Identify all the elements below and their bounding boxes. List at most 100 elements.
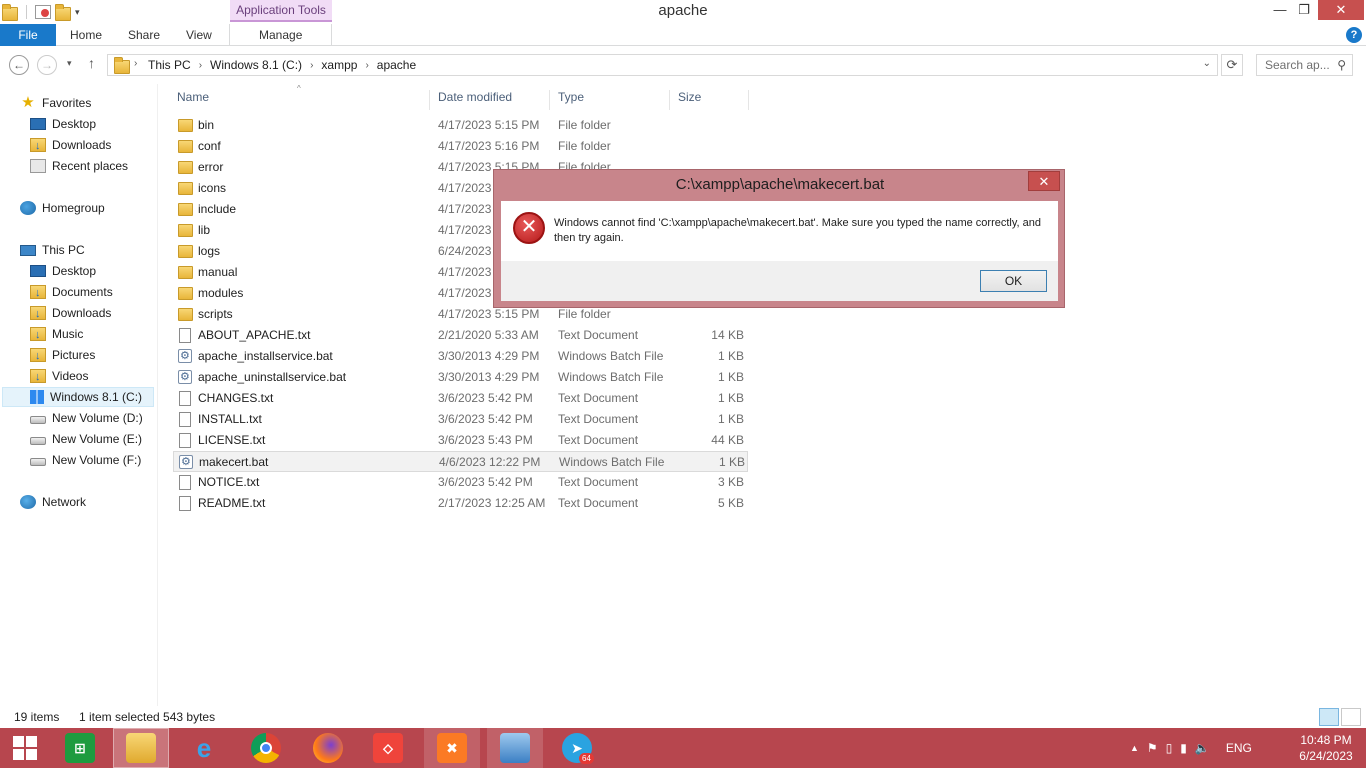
- taskbar-firefox[interactable]: [300, 728, 356, 768]
- file-date: 4/17/2023 5:15 PM: [438, 118, 540, 132]
- nav-this-pc[interactable]: This PC: [20, 240, 85, 260]
- chevron-down-icon[interactable]: ⌄: [1203, 58, 1211, 69]
- nav-network[interactable]: Network: [20, 492, 86, 512]
- nav-fav-recent[interactable]: Recent places: [30, 156, 128, 176]
- taskbar-xampp[interactable]: ✖: [424, 728, 480, 768]
- folder-icon: [178, 119, 193, 132]
- file-row[interactable]: NOTICE.txt 3/6/2023 5:42 PM Text Document 3…: [173, 472, 748, 493]
- file-size: 1 KB: [717, 391, 744, 405]
- tab-file[interactable]: File: [0, 24, 56, 46]
- nav-homegroup[interactable]: Homegroup: [20, 198, 105, 218]
- navigation-bar: ← → ▾ ↑ › This PC › Windows 8.1 (C:) › x…: [0, 46, 1366, 84]
- nav-label: Downloads: [52, 306, 112, 320]
- nav-pc-documents[interactable]: Documents: [30, 282, 113, 303]
- ok-button[interactable]: OK: [980, 270, 1047, 292]
- chevron-icon[interactable]: ›: [199, 60, 202, 71]
- clock-time: 10:48 PM: [1300, 733, 1352, 747]
- nav-pc-videos[interactable]: Videos: [30, 366, 88, 387]
- column-date[interactable]: Date modified: [429, 90, 549, 110]
- tab-share[interactable]: Share: [128, 24, 160, 46]
- maximize-button[interactable]: ❐: [1290, 0, 1318, 20]
- file-date: 4/17/2023 5:16 PM: [438, 139, 540, 153]
- taskbar-telegram[interactable]: ➤ 64: [549, 728, 605, 768]
- file-name: logs: [198, 244, 221, 258]
- battery-icon[interactable]: ▯: [1166, 741, 1173, 755]
- file-row[interactable]: LICENSE.txt 3/6/2023 5:43 PM Text Document…: [173, 430, 748, 451]
- address-bar[interactable]: › This PC › Windows 8.1 (C:) › xampp › a…: [107, 54, 1218, 76]
- large-icons-view-icon[interactable]: [1341, 708, 1361, 726]
- taskbar-store[interactable]: ⊞: [52, 728, 108, 768]
- chevron-icon: ›: [134, 58, 138, 69]
- taskbar-ie[interactable]: e: [176, 728, 232, 768]
- file-row[interactable]: README.txt 2/17/2023 12:25 AM Text Documen…: [173, 493, 748, 514]
- taskbar-control-panel[interactable]: [487, 728, 543, 768]
- file-row[interactable]: bin 4/17/2023 5:15 PM File folder: [173, 115, 748, 136]
- forward-button[interactable]: →: [37, 55, 57, 75]
- nav-label: Windows 8.1 (C:): [50, 390, 143, 404]
- crumb-apache[interactable]: apache: [377, 58, 416, 72]
- recent-locations-icon[interactable]: ▾: [67, 58, 72, 69]
- details-view-icon[interactable]: [1319, 708, 1339, 726]
- status-bar: 19 items 1 item selected 543 bytes: [0, 706, 1366, 728]
- star-icon: ★: [21, 94, 35, 111]
- taskbar-chrome[interactable]: [238, 728, 294, 768]
- file-date: 4/17/2023: [438, 265, 492, 279]
- chevron-icon[interactable]: ›: [365, 60, 368, 71]
- show-hidden-icons-icon[interactable]: ▲: [1130, 743, 1139, 753]
- crumb-this-pc[interactable]: This PC: [148, 58, 191, 72]
- volume-icon[interactable]: 🔈: [1195, 741, 1210, 755]
- tab-manage[interactable]: Manage: [259, 24, 302, 46]
- clock[interactable]: 10:48 PM 6/24/2023: [1290, 732, 1362, 764]
- column-type[interactable]: Type: [549, 90, 669, 110]
- column-label: Type: [558, 90, 585, 104]
- column-header: Name ^ Date modified Type Size: [169, 84, 909, 110]
- crumb-xampp[interactable]: xampp: [321, 58, 357, 72]
- internet-explorer-icon: e: [196, 732, 212, 763]
- computer-icon: [20, 244, 36, 256]
- search-placeholder: Search ap...: [1265, 58, 1330, 72]
- help-icon[interactable]: ?: [1346, 27, 1362, 43]
- file-name: ABOUT_APACHE.txt: [198, 328, 311, 342]
- column-name[interactable]: Name ^: [169, 84, 429, 110]
- file-type: Text Document: [558, 496, 639, 510]
- nav-drive-c[interactable]: Windows 8.1 (C:): [2, 387, 154, 407]
- action-center-icon[interactable]: ⚑: [1147, 741, 1158, 755]
- signal-icon[interactable]: ▮: [1180, 741, 1187, 755]
- language-indicator[interactable]: ENG: [1226, 741, 1252, 755]
- file-row[interactable]: INSTALL.txt 3/6/2023 5:42 PM Text Document…: [173, 409, 748, 430]
- file-row[interactable]: apache_installservice.bat 3/30/2013 4:29 …: [173, 346, 748, 367]
- tab-view[interactable]: View: [186, 24, 212, 46]
- up-button[interactable]: ↑: [88, 55, 95, 71]
- back-button[interactable]: ←: [9, 55, 29, 75]
- tab-home[interactable]: Home: [70, 24, 102, 46]
- item-count: 19 items: [14, 710, 60, 724]
- refresh-button[interactable]: ⟳: [1221, 54, 1243, 76]
- search-input[interactable]: Search ap... ⚲: [1256, 54, 1353, 76]
- crumb-drive[interactable]: Windows 8.1 (C:): [210, 58, 302, 72]
- file-row[interactable]: makecert.bat 4/6/2023 12:22 PM Windows Bat…: [173, 451, 748, 473]
- nav-drive-f[interactable]: New Volume (F:): [30, 450, 141, 470]
- nav-pc-music[interactable]: Music: [30, 324, 83, 345]
- nav-drive-e[interactable]: New Volume (E:): [30, 429, 142, 449]
- column-size[interactable]: Size: [669, 90, 749, 110]
- chevron-icon[interactable]: ›: [310, 60, 313, 71]
- file-row[interactable]: CHANGES.txt 3/6/2023 5:42 PM Text Document…: [173, 388, 748, 409]
- nav-label: Documents: [52, 285, 113, 299]
- nav-pc-desktop[interactable]: Desktop: [30, 261, 96, 281]
- taskbar-anydesk[interactable]: ⬦: [360, 728, 416, 768]
- close-button[interactable]: ✕: [1318, 0, 1364, 20]
- file-row[interactable]: conf 4/17/2023 5:16 PM File folder: [173, 136, 748, 157]
- nav-favorites[interactable]: ★ Favorites: [20, 93, 91, 113]
- nav-fav-downloads[interactable]: Downloads: [30, 135, 111, 156]
- nav-pc-downloads[interactable]: Downloads: [30, 303, 112, 324]
- nav-drive-d[interactable]: New Volume (D:): [30, 408, 143, 428]
- nav-pc-pictures[interactable]: Pictures: [30, 345, 95, 366]
- start-button[interactable]: [0, 728, 50, 768]
- folder-icon: [178, 203, 193, 216]
- nav-fav-desktop[interactable]: Desktop: [30, 114, 96, 134]
- dialog-close-button[interactable]: ✕: [1028, 171, 1060, 191]
- music-icon: [30, 325, 46, 345]
- taskbar-file-explorer[interactable]: [113, 728, 169, 768]
- file-row[interactable]: ABOUT_APACHE.txt 2/21/2020 5:33 AM Text Do…: [173, 325, 748, 346]
- file-row[interactable]: apache_uninstallservice.bat 3/30/2013 4:2…: [173, 367, 748, 388]
